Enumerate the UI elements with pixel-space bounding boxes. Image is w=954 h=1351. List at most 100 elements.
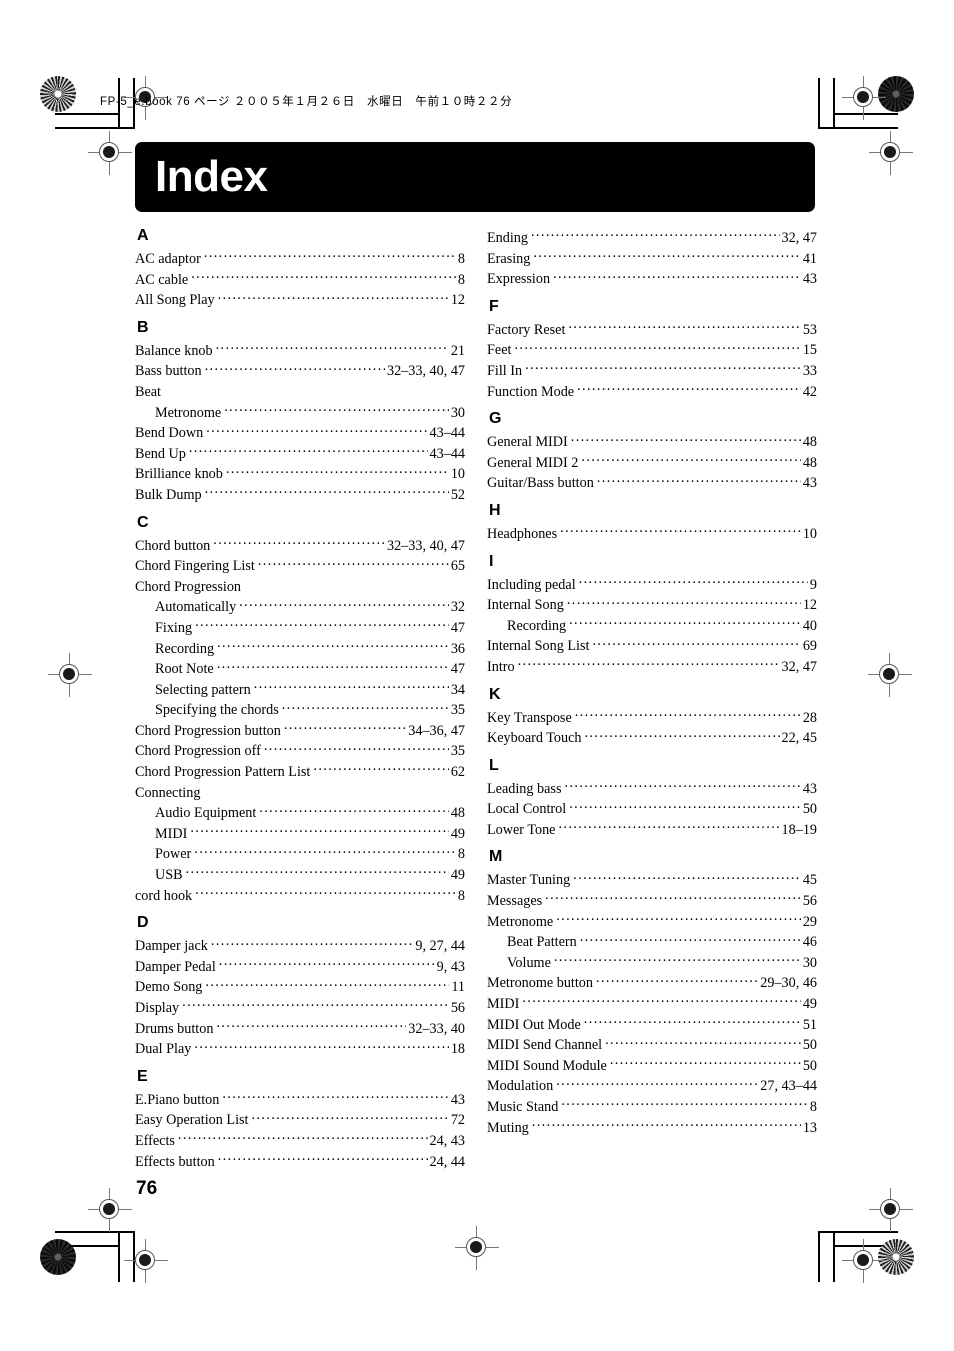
index-entry[interactable]: Damper Pedal 9, 43	[135, 957, 465, 978]
index-entry[interactable]: Automatically 32	[135, 597, 465, 618]
index-entry[interactable]: All Song Play 12	[135, 290, 465, 311]
index-entry[interactable]: Display 56	[135, 998, 465, 1019]
index-entry[interactable]: USB 49	[135, 865, 465, 886]
index-entry[interactable]: Fixing 47	[135, 618, 465, 639]
index-entry-term: General MIDI	[487, 434, 568, 451]
index-entry-pages: 53	[802, 321, 817, 338]
index-entry[interactable]: Key Transpose 28	[487, 708, 817, 729]
index-entry[interactable]: Chord Progression	[135, 577, 465, 598]
index-entry-pages: 48	[450, 805, 465, 822]
index-entry[interactable]: Connecting	[135, 783, 465, 804]
index-entry[interactable]: Feet 15	[487, 340, 817, 361]
index-entry-pages: 49	[802, 996, 817, 1013]
dot-leader	[577, 382, 801, 396]
index-entry-pages: 10	[802, 525, 817, 542]
index-entry-term: MIDI Send Channel	[487, 1037, 603, 1054]
dot-leader	[592, 636, 800, 650]
index-entry[interactable]: Metronome 29	[487, 912, 817, 933]
index-entry[interactable]: Brilliance knob 10	[135, 464, 465, 485]
index-entry[interactable]: AC adaptor 8	[135, 249, 465, 270]
index-entry[interactable]: Root Note 47	[135, 659, 465, 680]
index-entry[interactable]: Bend Down 43–44	[135, 423, 465, 444]
index-entry-pages: 50	[802, 1057, 817, 1074]
index-entry[interactable]: Headphones 10	[487, 524, 817, 545]
dot-leader	[531, 228, 780, 242]
page-title-banner: Index	[135, 142, 815, 212]
index-entry[interactable]: E.Piano button 43	[135, 1090, 465, 1111]
index-entry[interactable]: Ending 32, 47	[487, 228, 817, 249]
index-entry-term: Brilliance knob	[135, 466, 223, 483]
index-entry[interactable]: General MIDI 48	[487, 432, 817, 453]
index-entry[interactable]: AC cable 8	[135, 270, 465, 291]
index-entry[interactable]: Muting 13	[487, 1118, 817, 1139]
index-entry[interactable]: Master Tuning 45	[487, 870, 817, 891]
index-entry[interactable]: Keyboard Touch 22, 45	[487, 728, 817, 749]
index-entry[interactable]: Recording 36	[135, 639, 465, 660]
index-entry[interactable]: Drums button 32–33, 40	[135, 1019, 465, 1040]
index-entry[interactable]: Erasing 41	[487, 249, 817, 270]
index-entry[interactable]: Beat Pattern 46	[487, 932, 817, 953]
index-entry[interactable]: Easy Operation List 72	[135, 1110, 465, 1131]
index-entry[interactable]: Effects 24, 43	[135, 1131, 465, 1152]
index-entry[interactable]: Chord Progression off 35	[135, 741, 465, 762]
index-entry[interactable]: Dual Play 18	[135, 1039, 465, 1060]
index-entry-term: AC cable	[135, 271, 189, 288]
index-entry[interactable]: Intro 32, 47	[487, 657, 817, 678]
index-entry[interactable]: Effects button 24, 44	[135, 1152, 465, 1173]
index-entry-term: Modulation	[487, 1078, 554, 1095]
index-entry[interactable]: cord hook 8	[135, 886, 465, 907]
index-entry[interactable]: Audio Equipment 48	[135, 803, 465, 824]
index-entry[interactable]: Metronome 30	[135, 403, 465, 424]
index-entry[interactable]: Bulk Dump 52	[135, 485, 465, 506]
index-entry[interactable]: Volume 30	[487, 953, 817, 974]
index-entry[interactable]: Bend Up 43–44	[135, 444, 465, 465]
index-entry[interactable]: Internal Song 12	[487, 595, 817, 616]
index-entry[interactable]: Specifying the chords 35	[135, 700, 465, 721]
index-entry[interactable]: Power 8	[135, 844, 465, 865]
dot-leader	[217, 659, 449, 673]
index-entry[interactable]: Music Stand 8	[487, 1097, 817, 1118]
index-entry-term: Beat	[135, 383, 161, 400]
index-entry-term: AC adaptor	[135, 251, 201, 267]
crop-mark-bottom-right-h	[833, 1245, 898, 1247]
index-entry[interactable]: Chord Progression button 34–36, 47	[135, 721, 465, 742]
index-entry-pages: 28	[802, 709, 817, 726]
index-entry[interactable]: Modulation 27, 43–44	[487, 1076, 817, 1097]
index-entry[interactable]: MIDI Send Channel 50	[487, 1035, 817, 1056]
crop-mark-top-right-h2	[818, 127, 898, 129]
index-entry-pages: 12	[450, 292, 465, 309]
index-entry[interactable]: Including pedal 9	[487, 575, 817, 596]
index-entry[interactable]: Local Control 50	[487, 799, 817, 820]
index-entry[interactable]: Chord Progression Pattern List 62	[135, 762, 465, 783]
index-entry-term: Factory Reset	[487, 321, 566, 338]
index-entry[interactable]: General MIDI 2 48	[487, 453, 817, 474]
index-entry[interactable]: Recording 40	[487, 616, 817, 637]
index-entry[interactable]: Chord Fingering List 65	[135, 556, 465, 577]
index-entry[interactable]: MIDI Out Mode 51	[487, 1015, 817, 1036]
index-entry[interactable]: Messages 56	[487, 891, 817, 912]
index-entry[interactable]: Expression 43	[487, 269, 817, 290]
dot-leader	[254, 680, 449, 694]
dot-leader	[251, 1110, 448, 1124]
index-entry[interactable]: Lower Tone 18–19	[487, 820, 817, 841]
index-entry[interactable]: Internal Song List 69	[487, 636, 817, 657]
index-entry[interactable]: Chord button 32–33, 40, 47	[135, 536, 465, 557]
index-section-letter: K	[489, 685, 501, 703]
index-entry-pages: 18–19	[781, 821, 817, 838]
index-entry[interactable]: Damper jack 9, 27, 44	[135, 936, 465, 957]
index-entry[interactable]: Fill In 33	[487, 361, 817, 382]
index-entry[interactable]: Selecting pattern 34	[135, 680, 465, 701]
index-entry[interactable]: Guitar/Bass button 43	[487, 473, 817, 494]
index-entry[interactable]: Demo Song 11	[135, 977, 465, 998]
index-entry[interactable]: Function Mode 42	[487, 382, 817, 403]
index-entry[interactable]: Leading bass 43	[487, 779, 817, 800]
index-entry[interactable]: Beat	[135, 382, 465, 403]
index-entry[interactable]: Balance knob 21	[135, 341, 465, 362]
index-entry[interactable]: Factory Reset 53	[487, 320, 817, 341]
index-entry[interactable]: Bass button 32–33, 40, 47	[135, 361, 465, 382]
index-entry[interactable]: MIDI Sound Module 50	[487, 1056, 817, 1077]
index-entry-term: Metronome button	[487, 975, 593, 992]
index-entry[interactable]: Metronome button 29–30, 46	[487, 973, 817, 994]
index-entry[interactable]: MIDI 49	[135, 824, 465, 845]
index-entry[interactable]: MIDI 49	[487, 994, 817, 1015]
